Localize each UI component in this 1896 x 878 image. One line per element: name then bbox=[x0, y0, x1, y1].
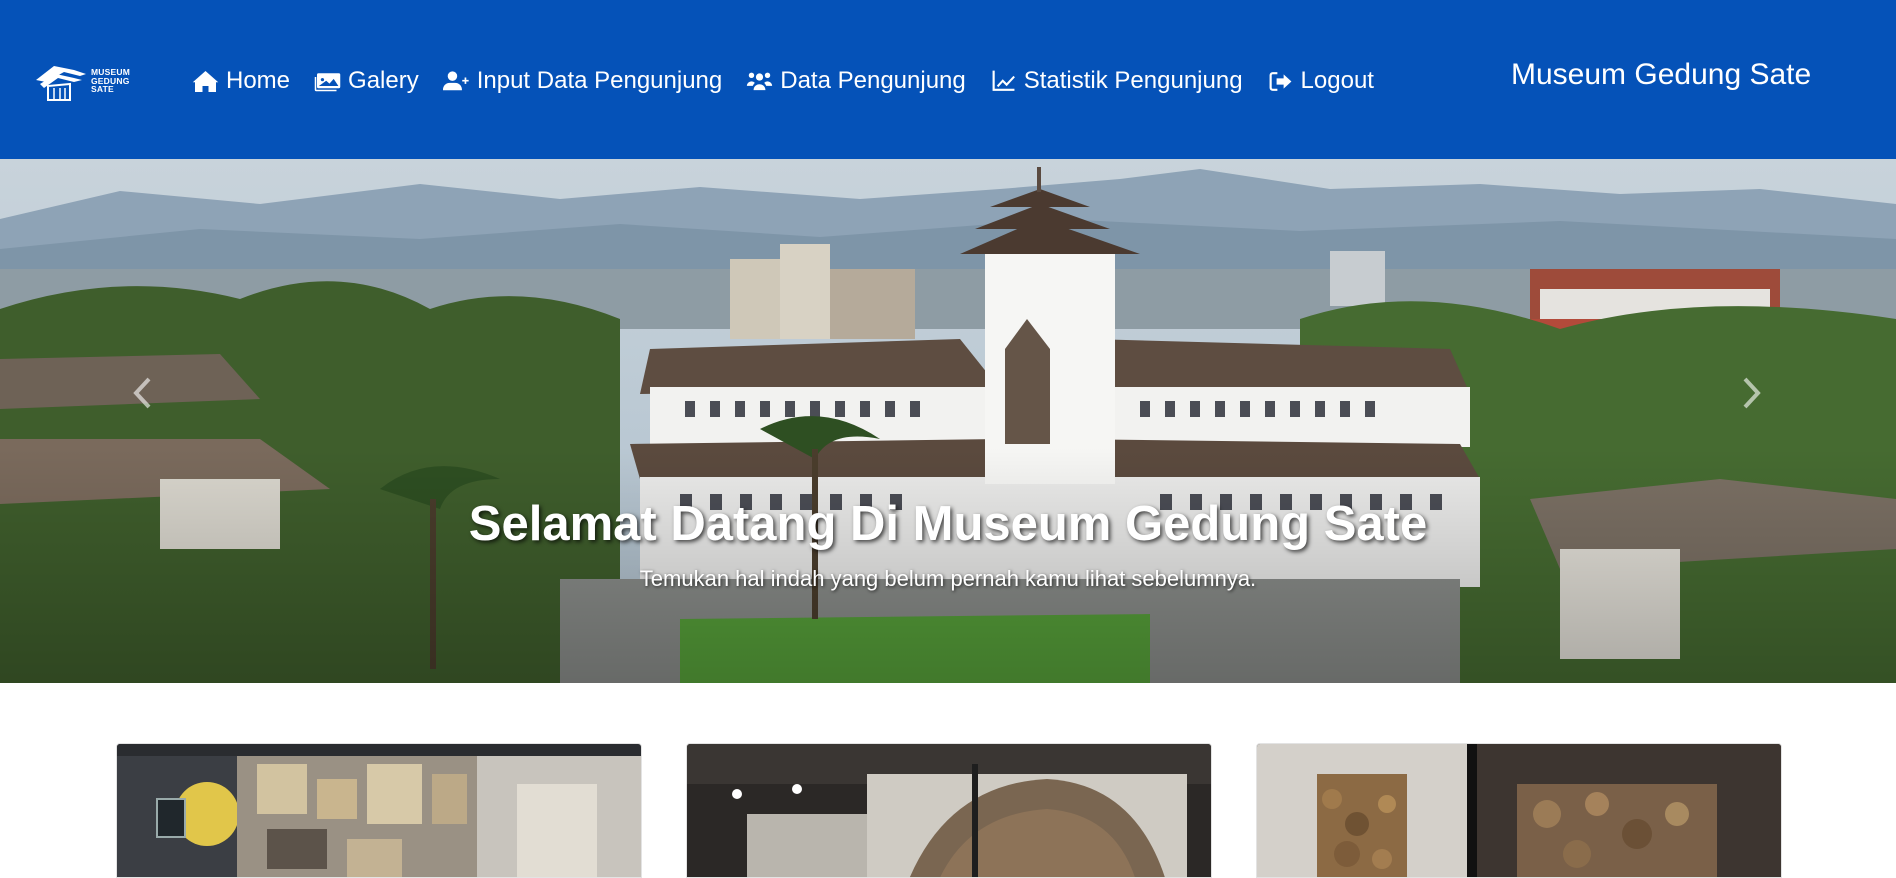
nav-item-label: Input Data Pengunjung bbox=[476, 67, 723, 94]
nav-item-label: Home bbox=[226, 67, 291, 94]
museum-logo-icon bbox=[36, 66, 86, 101]
carousel-next-button[interactable] bbox=[1722, 363, 1782, 423]
gallery-card-2[interactable] bbox=[686, 743, 1212, 878]
nav-item-label: Logout bbox=[1300, 67, 1374, 94]
gallery-card-3[interactable] bbox=[1256, 743, 1782, 878]
gallery-cards bbox=[0, 743, 1896, 878]
nav-item-label: Statistik Pengunjung bbox=[1023, 67, 1243, 94]
nav-item-statistik[interactable]: Statistik Pengunjung bbox=[990, 67, 1243, 95]
card-image-museum-stones bbox=[1257, 744, 1781, 877]
chevron-left-icon bbox=[133, 377, 151, 409]
nav-item-galery[interactable]: Galery bbox=[314, 67, 419, 95]
card-image-museum-arch bbox=[687, 744, 1211, 877]
nav-item-logout[interactable]: Logout bbox=[1267, 67, 1374, 95]
carousel-title: Selamat Datang Di Museum Gedung Sate bbox=[468, 497, 1428, 551]
home-icon bbox=[192, 70, 219, 92]
nav-item-label: Data Pengunjung bbox=[780, 67, 966, 94]
nav-item-home[interactable]: Home bbox=[192, 67, 290, 95]
nav-item-data-pengunjung[interactable]: Data Pengunjung bbox=[746, 67, 966, 95]
gallery-card-1[interactable] bbox=[116, 743, 642, 878]
nav-menu: Home Galery Input Data Pengunjung Data P… bbox=[192, 60, 1374, 102]
chevron-right-icon bbox=[1743, 377, 1761, 409]
gedung-sate-photo bbox=[0, 159, 1896, 683]
carousel-prev-button[interactable] bbox=[112, 363, 172, 423]
user-plus-icon bbox=[442, 70, 469, 90]
sign-out-icon bbox=[1269, 71, 1291, 91]
hero-carousel: Selamat Datang Di Museum Gedung Sate Tem… bbox=[0, 159, 1896, 683]
image-icon bbox=[314, 72, 341, 91]
brand-text: MUSEUM GEDUNG SATE bbox=[91, 67, 130, 95]
navbar: MUSEUM GEDUNG SATE Home Galery Input Dat… bbox=[0, 0, 1896, 159]
card-image-museum-wall bbox=[117, 744, 641, 877]
chart-line-icon bbox=[992, 70, 1015, 91]
site-title: Museum Gedung Sate bbox=[1511, 58, 1812, 91]
brand-logo[interactable]: MUSEUM GEDUNG SATE bbox=[34, 56, 136, 106]
carousel-subtitle: Temukan hal indah yang belum pernah kamu… bbox=[639, 566, 1257, 591]
users-icon bbox=[747, 72, 773, 90]
nav-item-input-data[interactable]: Input Data Pengunjung bbox=[442, 67, 723, 95]
carousel-caption: Selamat Datang Di Museum Gedung Sate Tem… bbox=[0, 496, 1896, 592]
nav-item-label: Galery bbox=[348, 67, 419, 94]
